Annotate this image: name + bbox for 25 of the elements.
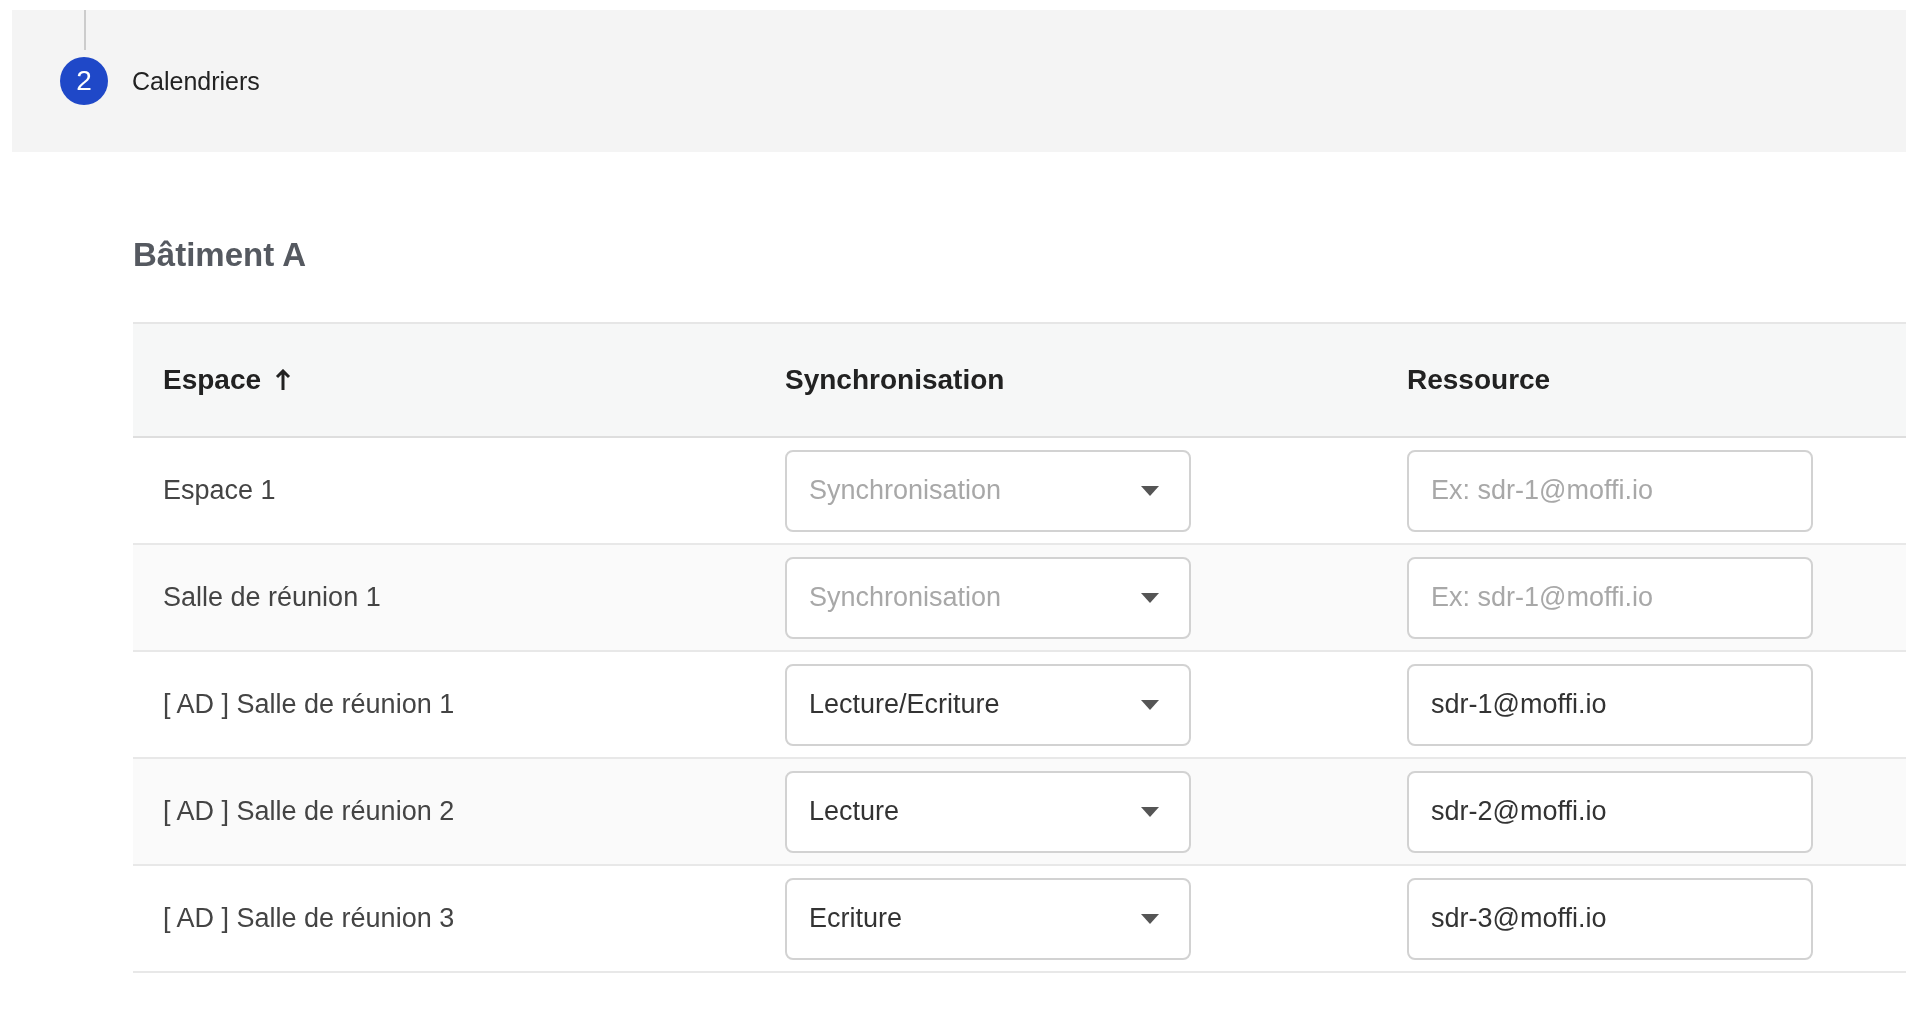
- step-title: Calendriers: [132, 66, 260, 96]
- resource-input[interactable]: sdr-1@moffi.io: [1407, 663, 1813, 746]
- caret-icon: [1141, 913, 1159, 924]
- caret-icon: [1141, 699, 1159, 710]
- space-name: [ AD ] Salle de réunion 1: [163, 689, 455, 719]
- sync-dropdown[interactable]: Ecriture: [785, 877, 1191, 960]
- space-name: Salle de réunion 1: [163, 582, 381, 612]
- resource-input[interactable]: sdr-2@moffi.io: [1407, 770, 1813, 853]
- space-name: Espace 1: [163, 475, 276, 505]
- resource-input[interactable]: Ex: sdr-1@moffi.io: [1407, 556, 1813, 639]
- caret-icon: [1141, 592, 1159, 603]
- column-header[interactable]: Espace: [163, 364, 262, 396]
- caret-icon: [1141, 485, 1159, 496]
- caret-icon: [1141, 806, 1159, 817]
- arrow-up-icon[interactable]: [275, 369, 292, 391]
- step-number-badge: 2: [60, 57, 108, 105]
- space-name: [ AD ] Salle de réunion 3: [163, 903, 455, 933]
- sync-dropdown[interactable]: Lecture/Ecriture: [785, 663, 1191, 746]
- section-title: Bâtiment A: [133, 236, 307, 274]
- column-header[interactable]: Ressource: [1407, 364, 1551, 396]
- space-name: [ AD ] Salle de réunion 2: [163, 796, 455, 826]
- sync-dropdown[interactable]: Lecture: [785, 770, 1191, 853]
- resource-input[interactable]: sdr-3@moffi.io: [1407, 877, 1813, 960]
- resource-input[interactable]: Ex: sdr-1@moffi.io: [1407, 449, 1813, 532]
- column-header[interactable]: Synchronisation: [785, 364, 1005, 396]
